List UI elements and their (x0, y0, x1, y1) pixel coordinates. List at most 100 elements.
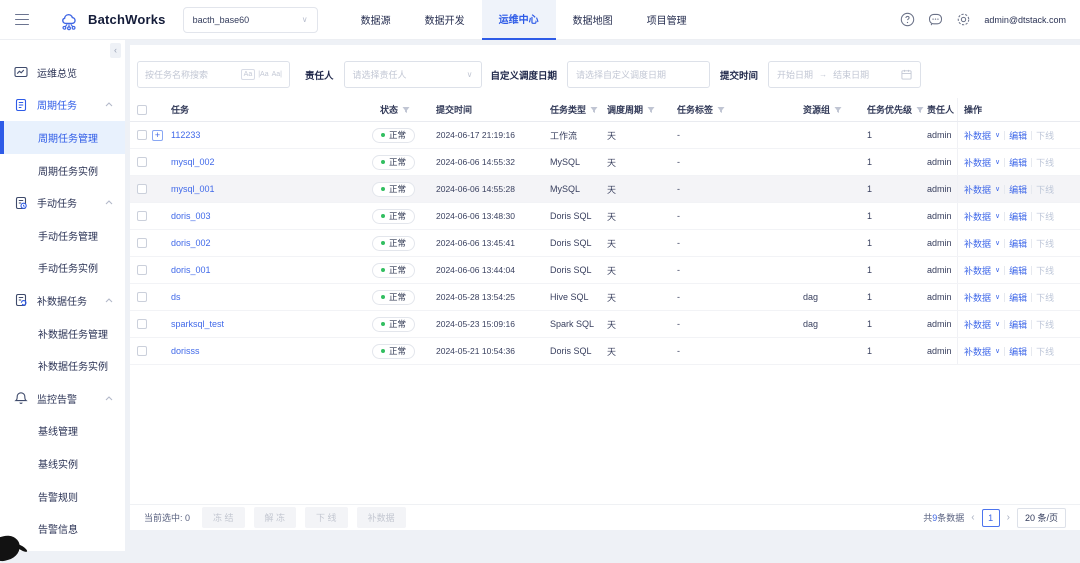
task-priority: 1 (867, 211, 927, 221)
sidebar-item-overview[interactable]: 运维总览 (0, 56, 125, 89)
backfill-action[interactable]: 补数据 (964, 318, 991, 331)
row-checkbox[interactable] (137, 184, 147, 194)
workspace-select[interactable]: bacth_base60 ∨ (183, 7, 318, 33)
prev-page-icon[interactable]: ‹ (971, 512, 974, 523)
edit-action[interactable]: 编辑 (1009, 291, 1027, 304)
task-name-link[interactable]: doris_001 (171, 265, 211, 275)
settings-gear-icon[interactable] (956, 12, 971, 27)
user-email[interactable]: admin@dtstack.com (984, 15, 1066, 25)
task-name-link[interactable]: 112233 (171, 130, 200, 140)
sidebar-group-periodic-task[interactable]: 周期任务 (0, 89, 125, 122)
sidebar-item-baseline-instance[interactable]: 基线实例 (0, 447, 125, 480)
sidebar-group-monitor-alert[interactable]: 监控告警 (0, 382, 125, 415)
select-all-checkbox[interactable] (137, 105, 147, 115)
backfill-action[interactable]: 补数据 (964, 183, 991, 196)
sidebar-item-backfill-task-mgmt[interactable]: 补数据任务管理 (0, 317, 125, 350)
row-checkbox[interactable] (137, 211, 147, 221)
row-checkbox[interactable] (137, 265, 147, 275)
sidebar-item-baseline-mgmt[interactable]: 基线管理 (0, 415, 125, 448)
backfill-action[interactable]: 补数据 (964, 291, 991, 304)
sidebar-item-alert-info[interactable]: 告警信息 (0, 512, 125, 545)
offline-action[interactable]: 下线 (1036, 129, 1054, 142)
offline-action[interactable]: 下线 (1036, 318, 1054, 331)
filter-funnel-icon[interactable] (647, 106, 655, 114)
freeze-button[interactable]: 冻 结 (202, 507, 245, 528)
edit-action[interactable]: 编辑 (1009, 129, 1027, 142)
nav-tab-develop[interactable]: 数据开发 (408, 0, 482, 40)
nav-tab-project[interactable]: 项目管理 (630, 0, 704, 40)
edit-action[interactable]: 编辑 (1009, 156, 1027, 169)
backfill-action[interactable]: 补数据 (964, 345, 991, 358)
offline-action[interactable]: 下线 (1036, 210, 1054, 223)
status-cell: 正常 (372, 317, 436, 332)
match-suffix-icon[interactable]: Aa| (272, 71, 282, 78)
nav-tab-datamap[interactable]: 数据地图 (556, 0, 630, 40)
sidebar-group-manual-task[interactable]: 手动任务 (0, 186, 125, 219)
match-case-icon[interactable]: Aa (241, 69, 256, 80)
offline-action[interactable]: 下线 (1036, 183, 1054, 196)
edit-action[interactable]: 编辑 (1009, 237, 1027, 250)
nav-tab-datasource[interactable]: 数据源 (344, 0, 408, 40)
status-text: 正常 (389, 264, 406, 276)
edit-action[interactable]: 编辑 (1009, 210, 1027, 223)
expand-icon[interactable]: + (152, 130, 163, 141)
row-checkbox[interactable] (137, 157, 147, 167)
row-checkbox[interactable] (137, 130, 147, 140)
match-prefix-icon[interactable]: |Aa (258, 71, 268, 78)
filter-funnel-icon[interactable] (834, 106, 842, 114)
sidebar-item-backfill-task-instance[interactable]: 补数据任务实例 (0, 349, 125, 382)
task-name-link[interactable]: mysql_002 (171, 157, 215, 167)
next-page-icon[interactable]: › (1007, 512, 1010, 523)
backfill-button[interactable]: 补数据 (357, 507, 406, 528)
edit-action[interactable]: 编辑 (1009, 264, 1027, 277)
task-search-input[interactable] (145, 70, 241, 80)
offline-action[interactable]: 下线 (1036, 156, 1054, 169)
filter-funnel-icon[interactable] (916, 106, 924, 114)
filter-funnel-icon[interactable] (402, 106, 410, 114)
help-icon[interactable] (900, 12, 915, 27)
offline-action[interactable]: 下线 (1036, 264, 1054, 277)
backfill-action[interactable]: 补数据 (964, 156, 991, 169)
offline-action[interactable]: 下线 (1036, 237, 1054, 250)
task-name-link[interactable]: doris_003 (171, 211, 211, 221)
edit-action[interactable]: 编辑 (1009, 345, 1027, 358)
backfill-action[interactable]: 补数据 (964, 237, 991, 250)
menu-hamburger-icon[interactable] (15, 14, 29, 26)
offline-action[interactable]: 下线 (1036, 291, 1054, 304)
row-checkbox[interactable] (137, 238, 147, 248)
sidebar-item-manual-task-instance[interactable]: 手动任务实例 (0, 252, 125, 285)
submit-time: 2024-05-23 15:09:16 (436, 319, 550, 329)
page-number[interactable]: 1 (982, 509, 1000, 527)
backfill-action[interactable]: 补数据 (964, 210, 991, 223)
task-name-link[interactable]: ds (171, 292, 181, 302)
custom-date-input[interactable] (576, 70, 701, 80)
row-checkbox[interactable] (137, 346, 147, 356)
row-checkbox[interactable] (137, 292, 147, 302)
message-icon[interactable] (928, 12, 943, 27)
submit-time-range-picker[interactable]: 开始日期 → 结束日期 (768, 61, 921, 88)
task-name-link[interactable]: sparksql_test (171, 319, 224, 329)
sidebar-group-backfill-task[interactable]: 补数据任务 (0, 284, 125, 317)
sidebar-item-manual-task-mgmt[interactable]: 手动任务管理 (0, 219, 125, 252)
page-size-select[interactable]: 20 条/页 (1017, 508, 1066, 528)
edit-action[interactable]: 编辑 (1009, 183, 1027, 196)
offline-action[interactable]: 下线 (1036, 345, 1054, 358)
row-checkbox[interactable] (137, 319, 147, 329)
task-name-link[interactable]: doris_002 (171, 238, 211, 248)
action-divider (1031, 239, 1032, 248)
edit-action[interactable]: 编辑 (1009, 318, 1027, 331)
unfreeze-button[interactable]: 解 冻 (254, 507, 297, 528)
row-checkbox-cell (137, 238, 152, 248)
sidebar-item-periodic-task-mgmt[interactable]: 周期任务管理 (0, 121, 125, 154)
nav-tab-operations[interactable]: 运维中心 (482, 0, 556, 40)
task-name-link[interactable]: mysql_001 (171, 184, 215, 194)
filter-funnel-icon[interactable] (590, 106, 598, 114)
task-name-link[interactable]: dorisss (171, 346, 200, 356)
owner-select[interactable]: 请选择责任人 ∨ (344, 61, 482, 88)
sidebar-item-periodic-task-instance[interactable]: 周期任务实例 (0, 154, 125, 187)
backfill-action[interactable]: 补数据 (964, 129, 991, 142)
filter-funnel-icon[interactable] (717, 106, 725, 114)
backfill-action[interactable]: 补数据 (964, 264, 991, 277)
offline-button[interactable]: 下 线 (305, 507, 348, 528)
sidebar-item-alert-rules[interactable]: 告警规则 (0, 480, 125, 513)
